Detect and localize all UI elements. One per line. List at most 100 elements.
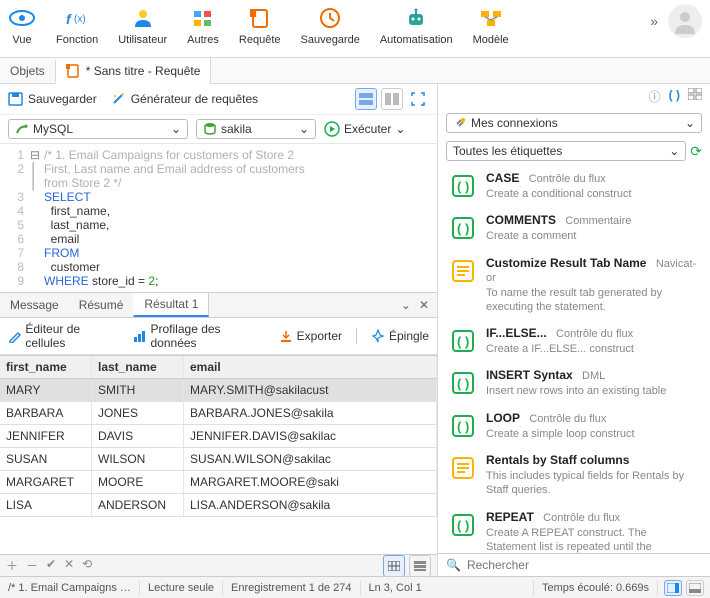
- toolbar-item-sauvegarde[interactable]: Sauvegarde: [301, 4, 360, 46]
- cancel-button[interactable]: ✕: [64, 557, 74, 574]
- result-table: first_name last_name email MARYSMITHMARY…: [0, 355, 437, 554]
- pin-icon: [371, 329, 385, 343]
- table-row[interactable]: MARGARETMOOREMARGARET.MOORE@saki: [0, 471, 437, 494]
- snippet-item[interactable]: Rentals by Staff columns This includes t…: [438, 447, 710, 504]
- snippet-item[interactable]: ( ) INSERT Syntax DML Insert new rows in…: [438, 362, 710, 404]
- col-header[interactable]: last_name: [92, 356, 184, 378]
- snippet-title: LOOP: [486, 411, 520, 425]
- info-icon[interactable]: ⓘ: [649, 88, 661, 105]
- toolbar-item-requete[interactable]: Requête: [239, 4, 281, 46]
- refresh-snippets-icon[interactable]: ⟳: [690, 143, 702, 160]
- table-cell[interactable]: LISA.ANDERSON@sakila: [184, 494, 437, 516]
- form-view-button[interactable]: [409, 555, 431, 577]
- status-record: Enregistrement 1 de 274: [223, 580, 360, 596]
- table-cell[interactable]: MARGARET: [0, 471, 92, 493]
- snippet-description: Create a conditional construct: [486, 187, 698, 201]
- toolbar-item-modele[interactable]: Modèle: [473, 4, 509, 46]
- snippet-title: IF...ELSE...: [486, 326, 547, 340]
- snippet-item[interactable]: ( ) COMMENTS Commentaire Create a commen…: [438, 207, 710, 249]
- tab-query[interactable]: * Sans titre - Requête: [56, 58, 212, 84]
- toolbar-item-vue[interactable]: Vue: [8, 4, 36, 46]
- grid-layout-icon[interactable]: [688, 88, 702, 105]
- snippet-item[interactable]: ( ) IF...ELSE... Contrôle du flux Create…: [438, 320, 710, 362]
- table-cell[interactable]: SMITH: [92, 379, 184, 401]
- svg-text:( ): ( ): [457, 376, 469, 391]
- view-split-vert-button[interactable]: [381, 88, 403, 110]
- connections-combo[interactable]: Mes connexions ⌄: [446, 113, 702, 133]
- snippet-item[interactable]: ( ) CASE Contrôle du flux Create a condi…: [438, 165, 710, 207]
- tab-result1[interactable]: Résultat 1: [133, 293, 209, 317]
- refresh-button[interactable]: ⟲: [82, 557, 92, 574]
- query-builder-button[interactable]: Générateur de requêtes: [111, 92, 258, 106]
- table-cell[interactable]: WILSON: [92, 448, 184, 470]
- table-cell[interactable]: BARBARA: [0, 402, 92, 424]
- table-cell[interactable]: MOORE: [92, 471, 184, 493]
- toolbar-item-fonction[interactable]: f(x) Fonction: [56, 4, 98, 46]
- database-icon: [203, 122, 217, 136]
- toolbar-item-autres[interactable]: Autres: [187, 4, 219, 46]
- table-row[interactable]: LISAANDERSONLISA.ANDERSON@sakila: [0, 494, 437, 517]
- avatar[interactable]: [668, 4, 702, 38]
- col-header[interactable]: email: [184, 356, 437, 378]
- pin-button[interactable]: Épingle: [371, 329, 429, 343]
- toolbar-item-automatisation[interactable]: Automatisation: [380, 4, 453, 46]
- commit-button[interactable]: ✔: [46, 557, 56, 574]
- view-split-horiz-button[interactable]: [355, 88, 377, 110]
- table-cell[interactable]: SUSAN: [0, 448, 92, 470]
- fullscreen-button[interactable]: [407, 88, 429, 110]
- table-cell[interactable]: ANDERSON: [92, 494, 184, 516]
- save-button[interactable]: Sauvegarder: [8, 92, 97, 106]
- collapse-icon[interactable]: ⌄: [401, 298, 411, 312]
- table-cell[interactable]: JENNIFER: [0, 425, 92, 447]
- snippet-title: REPEAT: [486, 510, 534, 524]
- table-cell[interactable]: DAVIS: [92, 425, 184, 447]
- engine-combo[interactable]: MySQL ⌄: [8, 119, 188, 139]
- tab-objects[interactable]: Objets: [0, 60, 56, 82]
- table-cell[interactable]: MARGARET.MOORE@saki: [184, 471, 437, 493]
- execute-button[interactable]: Exécuter ⌄: [324, 121, 405, 137]
- col-header[interactable]: first_name: [0, 356, 92, 378]
- delete-row-button[interactable]: －: [26, 557, 38, 574]
- snippet-category: Contrôle du flux: [529, 413, 606, 425]
- tab-summary[interactable]: Résumé: [69, 294, 134, 316]
- table-row[interactable]: JENNIFERDAVISJENNIFER.DAVIS@sakilac: [0, 425, 437, 448]
- table-row[interactable]: BARBARAJONESBARBARA.JONES@sakila: [0, 402, 437, 425]
- data-profiling-button[interactable]: Profilage des données: [133, 322, 265, 350]
- snippet-search: 🔍: [438, 553, 710, 576]
- cell-editor-button[interactable]: Éditeur de cellules: [8, 322, 119, 350]
- grid-view-button[interactable]: [383, 555, 405, 577]
- save-icon: [8, 92, 24, 106]
- table-row[interactable]: SUSANWILSONSUSAN.WILSON@sakilac: [0, 448, 437, 471]
- snippet-item[interactable]: ( ) LOOP Contrôle du flux Create a simpl…: [438, 405, 710, 447]
- panel-right-button[interactable]: [664, 580, 682, 596]
- table-cell[interactable]: MARY: [0, 379, 92, 401]
- schema-combo[interactable]: sakila ⌄: [196, 119, 316, 139]
- chevron-down-icon: ⌄: [299, 122, 309, 136]
- tags-combo[interactable]: Toutes les étiquettes ⌄: [446, 141, 686, 161]
- snippet-item[interactable]: ( ) REPEAT Contrôle du flux Create A REP…: [438, 504, 710, 553]
- snippet-description: To name the result tab generated by exec…: [486, 286, 698, 315]
- code-snippet-icon[interactable]: ( ): [669, 88, 680, 105]
- table-cell[interactable]: JENNIFER.DAVIS@sakilac: [184, 425, 437, 447]
- snippet-item[interactable]: Customize Result Tab Name Navicat-or To …: [438, 250, 710, 321]
- snippet-category: Contrôle du flux: [529, 173, 606, 185]
- table-cell[interactable]: LISA: [0, 494, 92, 516]
- tab-query-title: * Sans titre - Requête: [86, 64, 201, 78]
- search-input[interactable]: [467, 558, 702, 572]
- toolbar-item-utilisateur[interactable]: Utilisateur: [118, 4, 167, 46]
- overflow-chevron-icon[interactable]: »: [650, 13, 658, 29]
- chevron-down-icon: ⌄: [669, 144, 679, 158]
- chevron-down-icon: ⌄: [685, 116, 695, 130]
- table-cell[interactable]: JONES: [92, 402, 184, 424]
- close-icon[interactable]: ✕: [419, 298, 429, 312]
- table-cell[interactable]: SUSAN.WILSON@sakilac: [184, 448, 437, 470]
- panel-bottom-button[interactable]: [686, 580, 704, 596]
- table-cell[interactable]: MARY.SMITH@sakilacust: [184, 379, 437, 401]
- export-button[interactable]: Exporter: [279, 329, 342, 343]
- table-cell[interactable]: BARBARA.JONES@sakila: [184, 402, 437, 424]
- add-row-button[interactable]: ＋: [6, 557, 18, 574]
- table-row[interactable]: MARYSMITHMARY.SMITH@sakilacust: [0, 379, 437, 402]
- sql-editor[interactable]: 1⊟/* 1. Email Campaigns for customers of…: [0, 144, 437, 292]
- tab-message[interactable]: Message: [0, 294, 69, 316]
- document-tabs: Objets * Sans titre - Requête: [0, 58, 710, 84]
